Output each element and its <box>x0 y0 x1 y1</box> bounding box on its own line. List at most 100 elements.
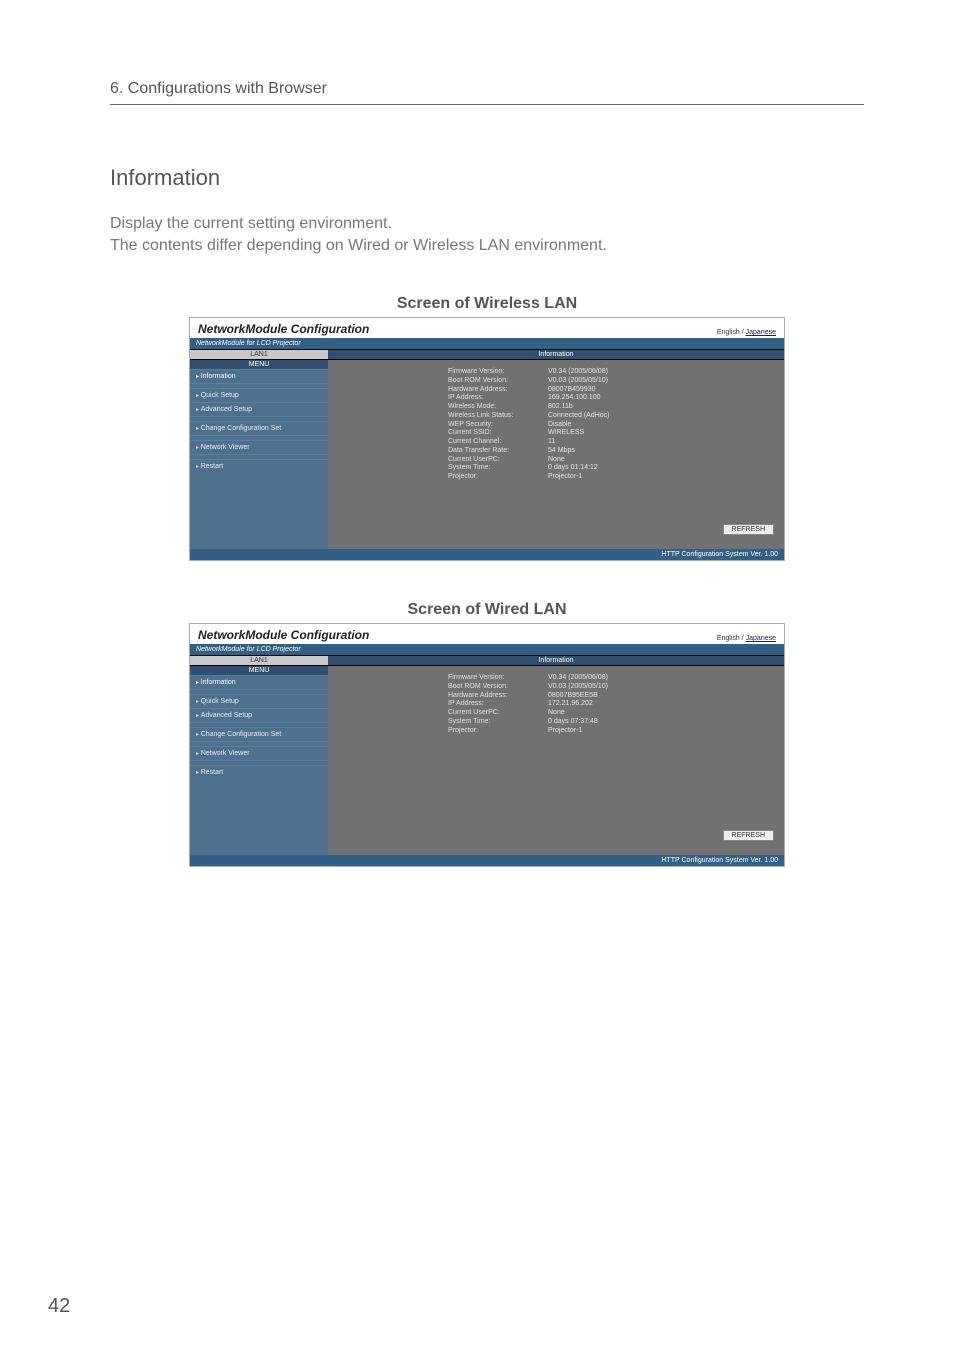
info-table-wireless: Firmware Version:V0.34 (2005/06/08)Boot … <box>328 360 784 520</box>
screenshot-wireless: NetworkModule Configuration English / Ja… <box>189 317 785 561</box>
body-line-2: The contents differ depending on Wired o… <box>110 237 864 255</box>
sidebar-item-information[interactable]: Information <box>190 675 328 689</box>
sidebar-item-change-config[interactable]: Change Configuration Set <box>190 727 328 741</box>
info-value: 08007B459930 <box>548 386 596 395</box>
info-row: Current Channel:11 <box>448 438 784 447</box>
sidebar-item-information[interactable]: Information <box>190 369 328 383</box>
sidebar-item-quick-setup[interactable]: Quick Setup <box>190 694 328 708</box>
sidebar-item-advanced-setup[interactable]: Advanced Setup <box>190 708 328 722</box>
info-value: Projector-1 <box>548 727 582 736</box>
info-row: WEP Security:Disable <box>448 421 784 430</box>
screenshot-wired: NetworkModule Configuration English / Ja… <box>189 623 785 867</box>
info-key: WEP Security: <box>448 421 548 430</box>
sub-header: NetworkModule for LCD Projector <box>190 338 784 349</box>
language-switch: English / Japanese <box>717 329 776 336</box>
refresh-button[interactable]: REFRESH <box>723 524 774 535</box>
info-row: Current UserPC:None <box>448 709 784 718</box>
info-value: 0 days 07:37:48 <box>548 718 598 727</box>
info-row: Wireless Link Status:Connected (AdHoc) <box>448 412 784 421</box>
info-value: Projector-1 <box>548 473 582 482</box>
info-value: V0.34 (2005/06/08) <box>548 368 608 377</box>
shot-title: NetworkModule Configuration <box>198 322 369 336</box>
sidebar-item-network-viewer[interactable]: Network Viewer <box>190 746 328 760</box>
info-key: Wireless Mode: <box>448 403 548 412</box>
sidebar-item-quick-setup[interactable]: Quick Setup <box>190 388 328 402</box>
info-row: Hardware Address:08007B95EE5B <box>448 692 784 701</box>
caption-wireless: Screen of Wireless LAN <box>110 295 864 313</box>
info-key: Hardware Address: <box>448 386 548 395</box>
sidebar: LAN1 MENU Information Quick Setup Advanc… <box>190 349 328 549</box>
lang-japanese[interactable]: Japanese <box>746 329 776 336</box>
info-key: Boot ROM Version: <box>448 683 548 692</box>
info-key: Current SSID: <box>448 429 548 438</box>
info-key: Current Channel: <box>448 438 548 447</box>
breadcrumb: 6. Configurations with Browser <box>110 80 864 105</box>
info-value: Disable <box>548 421 571 430</box>
info-key: Projector: <box>448 473 548 482</box>
info-row: IP Address:169.254.100.100 <box>448 394 784 403</box>
info-row: Projector:Projector-1 <box>448 473 784 482</box>
lang-english[interactable]: English <box>717 635 740 642</box>
info-row: System Time:0 days 07:37:48 <box>448 718 784 727</box>
info-value: 0 days 01:14:12 <box>548 464 598 473</box>
menu-header: MENU <box>190 666 328 675</box>
info-table-wired: Firmware Version:V0.34 (2005/06/08)Boot … <box>328 666 784 826</box>
info-value: 169.254.100.100 <box>548 394 601 403</box>
info-key: Projector: <box>448 727 548 736</box>
body-line-1: Display the current setting environment. <box>110 215 864 233</box>
caption-wired: Screen of Wired LAN <box>110 601 864 619</box>
section-heading: Information <box>110 165 864 191</box>
info-header: Information <box>328 349 784 360</box>
shot-footer: HTTP Configuration System Ver. 1.00 <box>190 549 784 560</box>
info-value: None <box>548 709 565 718</box>
info-value: 54 Mbps <box>548 447 575 456</box>
info-key: System Time: <box>448 718 548 727</box>
info-key: IP Address: <box>448 700 548 709</box>
info-row: Hardware Address:08007B459930 <box>448 386 784 395</box>
info-row: Boot ROM Version:V0.03 (2005/05/10) <box>448 377 784 386</box>
info-key: Current UserPC: <box>448 456 548 465</box>
info-row: IP Address:172.21.96.202 <box>448 700 784 709</box>
info-key: IP Address: <box>448 394 548 403</box>
info-header: Information <box>328 655 784 666</box>
info-row: Boot ROM Version:V0.03 (2005/05/10) <box>448 683 784 692</box>
lan-tab[interactable]: LAN1 <box>190 349 328 360</box>
shot-title: NetworkModule Configuration <box>198 628 369 642</box>
info-value: WIRELESS <box>548 429 584 438</box>
info-value: 802.11b <box>548 403 573 412</box>
info-value: 172.21.96.202 <box>548 700 593 709</box>
refresh-button[interactable]: REFRESH <box>723 830 774 841</box>
lang-japanese[interactable]: Japanese <box>746 635 776 642</box>
info-row: Firmware Version:V0.34 (2005/06/08) <box>448 368 784 377</box>
lang-english[interactable]: English <box>717 329 740 336</box>
info-value: 08007B95EE5B <box>548 692 598 701</box>
sidebar-item-network-viewer[interactable]: Network Viewer <box>190 440 328 454</box>
info-key: Hardware Address: <box>448 692 548 701</box>
info-key: Data Transfer Rate: <box>448 447 548 456</box>
language-switch: English / Japanese <box>717 635 776 642</box>
info-value: None <box>548 456 565 465</box>
info-row: Wireless Mode:802.11b <box>448 403 784 412</box>
info-value: Connected (AdHoc) <box>548 412 609 421</box>
info-value: V0.03 (2005/05/10) <box>548 377 608 386</box>
info-row: Current SSID:WIRELESS <box>448 429 784 438</box>
lan-tab[interactable]: LAN1 <box>190 655 328 666</box>
info-key: Wireless Link Status: <box>448 412 548 421</box>
info-key: Boot ROM Version: <box>448 377 548 386</box>
sidebar-item-advanced-setup[interactable]: Advanced Setup <box>190 402 328 416</box>
info-key: System Time: <box>448 464 548 473</box>
info-key: Firmware Version: <box>448 674 548 683</box>
info-value: 11 <box>548 438 555 447</box>
shot-footer: HTTP Configuration System Ver. 1.00 <box>190 855 784 866</box>
sidebar-item-change-config[interactable]: Change Configuration Set <box>190 421 328 435</box>
sub-header: NetworkModule for LCD Projector <box>190 644 784 655</box>
info-row: Data Transfer Rate:54 Mbps <box>448 447 784 456</box>
info-row: Current UserPC:None <box>448 456 784 465</box>
sidebar-item-restart[interactable]: Restart <box>190 459 328 473</box>
info-row: Projector:Projector-1 <box>448 727 784 736</box>
sidebar: LAN1 MENU Information Quick Setup Advanc… <box>190 655 328 855</box>
sidebar-item-restart[interactable]: Restart <box>190 765 328 779</box>
info-key: Firmware Version: <box>448 368 548 377</box>
info-row: System Time:0 days 01:14:12 <box>448 464 784 473</box>
info-row: Firmware Version:V0.34 (2005/06/08) <box>448 674 784 683</box>
